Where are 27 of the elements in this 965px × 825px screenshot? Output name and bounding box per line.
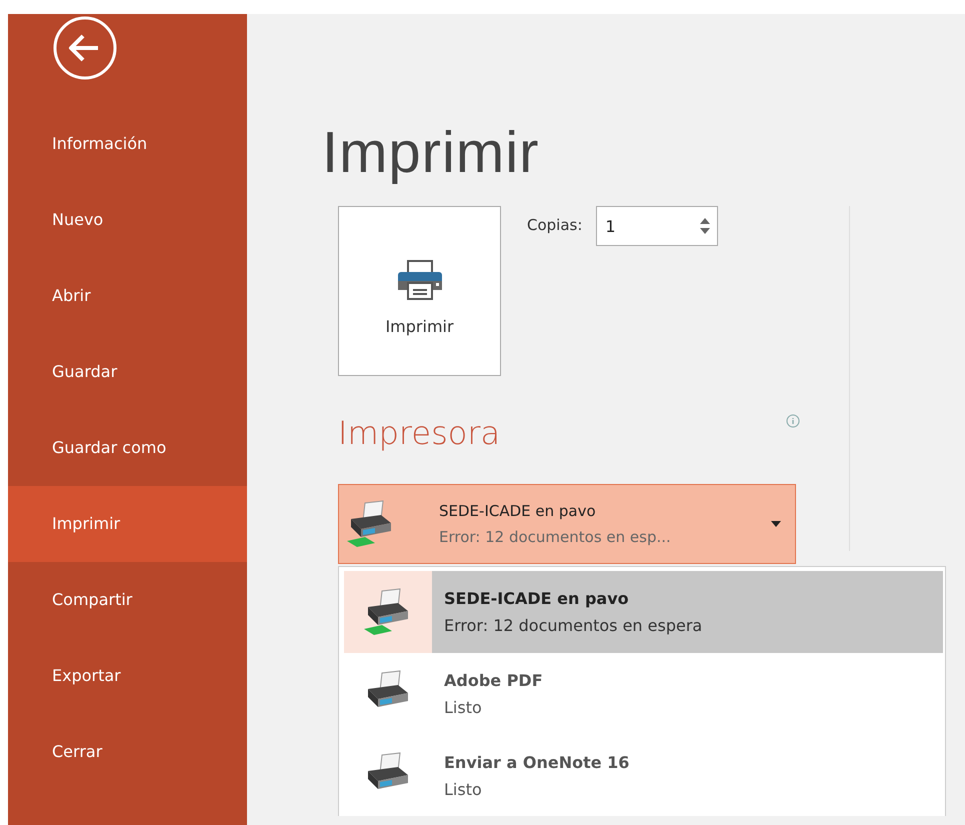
printer-option[interactable]: Enviar a OneNote 16 Listo: [344, 735, 943, 817]
print-button[interactable]: Imprimir: [338, 206, 501, 376]
caret-icon: [771, 521, 781, 527]
sidebar-item[interactable]: Compartir: [8, 562, 247, 638]
sidebar-item[interactable]: Exportar: [8, 638, 247, 714]
copies-spinner[interactable]: 1: [596, 206, 718, 246]
copies-label: Copias:: [527, 216, 582, 234]
printer-icon: [396, 259, 444, 301]
back-icon[interactable]: [52, 15, 118, 81]
sidebar-item[interactable]: Información: [8, 106, 247, 182]
printer-status: Listo: [444, 698, 483, 717]
printer-dropdown[interactable]: SEDE-ICADE en pavo Error: 12 documentos en esp...: [338, 484, 796, 564]
printer-option[interactable]: SEDE-ICADE en pavo Error: 12 documentos en espera: [344, 571, 943, 653]
page-title: Imprimir: [322, 124, 540, 182]
section-title: Impresora: [338, 414, 500, 452]
printer-status: Listo: [444, 780, 483, 799]
printer-name: Enviar a OneNote 16: [444, 753, 630, 772]
sidebar-item[interactable]: Nuevo: [8, 182, 247, 258]
sidebar-item[interactable]: Guardar como: [8, 410, 247, 486]
sidebar-item[interactable]: Imprimir: [8, 486, 247, 562]
printer-status: Error: 12 documentos en espera: [444, 616, 702, 635]
printer-option[interactable]: Adobe PDF Listo: [344, 653, 943, 735]
sidebar-item[interactable]: Abrir: [8, 258, 247, 334]
printer-name: SEDE-ICADE en pavo: [444, 589, 630, 608]
sidebar-item[interactable]: Guardar: [8, 334, 247, 410]
printer-name: Adobe PDF: [444, 671, 543, 690]
sidebar-item[interactable]: Cerrar: [8, 714, 247, 790]
